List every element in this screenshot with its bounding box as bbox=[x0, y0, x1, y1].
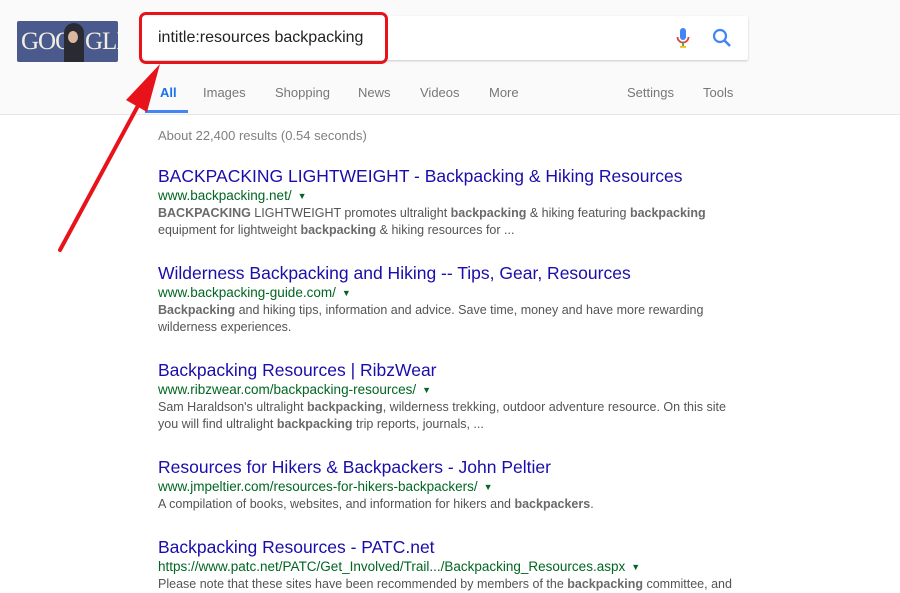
result-url-text: www.jmpeltier.com/resources-for-hikers-b… bbox=[158, 479, 478, 494]
settings-link[interactable]: Settings bbox=[627, 85, 674, 100]
snippet-highlight: backpacking bbox=[300, 223, 377, 237]
result-title-link[interactable]: Backpacking Resources - PATC.net bbox=[158, 536, 758, 558]
result-url-text: www.ribzwear.com/backpacking-resources/ bbox=[158, 382, 417, 397]
dropdown-caret-icon[interactable]: ▼ bbox=[342, 288, 351, 298]
search-icon[interactable] bbox=[712, 28, 732, 48]
tab-shopping[interactable]: Shopping bbox=[275, 85, 330, 100]
snippet-highlight: Backpacking bbox=[158, 303, 236, 317]
snippet-text: & hiking resources for ... bbox=[376, 223, 515, 237]
tab-images[interactable]: Images bbox=[203, 85, 246, 100]
search-result: BACKPACKING LIGHTWEIGHT - Backpacking & … bbox=[158, 165, 758, 239]
microphone-icon[interactable] bbox=[676, 27, 690, 49]
dropdown-caret-icon[interactable]: ▼ bbox=[631, 562, 640, 572]
dropdown-caret-icon[interactable]: ▼ bbox=[422, 385, 431, 395]
snippet-highlight: backpacking bbox=[306, 400, 383, 414]
snippet-text: equipment for lightweight bbox=[158, 223, 301, 237]
dropdown-caret-icon[interactable]: ▼ bbox=[484, 482, 493, 492]
result-url-text: www.backpacking-guide.com/ bbox=[158, 285, 336, 300]
result-url: www.backpacking-guide.com/ ▼ bbox=[158, 284, 758, 302]
doodle-face bbox=[68, 31, 78, 43]
result-url: www.backpacking.net/ ▼ bbox=[158, 187, 758, 205]
snippet-text: A compilation of books, websites, and in… bbox=[158, 497, 515, 511]
logo-text-right: GLE bbox=[85, 28, 118, 55]
snippet-highlight: backpacking bbox=[629, 206, 706, 220]
snippet-highlight: BACKPACKING bbox=[158, 206, 251, 220]
result-snippet: A compilation of books, websites, and in… bbox=[158, 496, 748, 513]
tab-videos[interactable]: Videos bbox=[420, 85, 460, 100]
tab-news[interactable]: News bbox=[358, 85, 391, 100]
result-title-link[interactable]: Resources for Hikers & Backpackers - Joh… bbox=[158, 456, 758, 478]
result-title-link[interactable]: BACKPACKING LIGHTWEIGHT - Backpacking & … bbox=[158, 165, 758, 187]
result-url: www.jmpeltier.com/resources-for-hikers-b… bbox=[158, 478, 758, 496]
result-title-link[interactable]: Wilderness Backpacking and Hiking -- Tip… bbox=[158, 262, 758, 284]
tab-more[interactable]: More bbox=[489, 85, 519, 100]
search-result: Resources for Hikers & Backpackers - Joh… bbox=[158, 456, 758, 513]
snippet-highlight: backpacking bbox=[450, 206, 527, 220]
snippet-text: Sam Haraldson's ultralight bbox=[158, 400, 307, 414]
result-title-link[interactable]: Backpacking Resources | RibzWear bbox=[158, 359, 758, 381]
snippet-text: trip reports, journals, ... bbox=[352, 417, 484, 431]
result-snippet: BACKPACKING LIGHTWEIGHT promotes ultrali… bbox=[158, 205, 748, 239]
result-url-text: www.backpacking.net/ bbox=[158, 188, 292, 203]
tools-link[interactable]: Tools bbox=[703, 85, 733, 100]
snippet-highlight: backpackers bbox=[514, 497, 591, 511]
active-tab-indicator bbox=[145, 110, 188, 113]
result-snippet: Sam Haraldson's ultralight backpacking, … bbox=[158, 399, 748, 433]
dropdown-caret-icon[interactable]: ▼ bbox=[298, 191, 307, 201]
snippet-text: . bbox=[590, 497, 594, 511]
result-url: www.ribzwear.com/backpacking-resources/ ▼ bbox=[158, 381, 758, 399]
search-result: Backpacking Resources - PATC.net https:/… bbox=[158, 536, 758, 593]
annotation-highlight-box bbox=[139, 12, 388, 64]
snippet-text: and hiking tips, information and advice.… bbox=[158, 303, 704, 334]
google-doodle-logo[interactable]: GOO GLE bbox=[17, 21, 118, 62]
result-url-text: https://www.patc.net/PATC/Get_Involved/T… bbox=[158, 559, 626, 574]
result-snippet: Backpacking and hiking tips, information… bbox=[158, 302, 748, 336]
snippet-text: & hiking featuring bbox=[526, 206, 630, 220]
tab-all[interactable]: All bbox=[160, 85, 177, 100]
search-result: Wilderness Backpacking and Hiking -- Tip… bbox=[158, 262, 758, 336]
result-snippet: Please note that these sites have been r… bbox=[158, 576, 748, 593]
search-result: Backpacking Resources | RibzWear www.rib… bbox=[158, 359, 758, 433]
result-stats: About 22,400 results (0.54 seconds) bbox=[158, 128, 367, 143]
header: GOO GLE intitle:resources backpacking Al… bbox=[0, 0, 900, 115]
snippet-highlight: backpacking bbox=[276, 417, 353, 431]
snippet-text: LIGHTWEIGHT promotes ultralight bbox=[250, 206, 451, 220]
result-url: https://www.patc.net/PATC/Get_Involved/T… bbox=[158, 558, 758, 576]
